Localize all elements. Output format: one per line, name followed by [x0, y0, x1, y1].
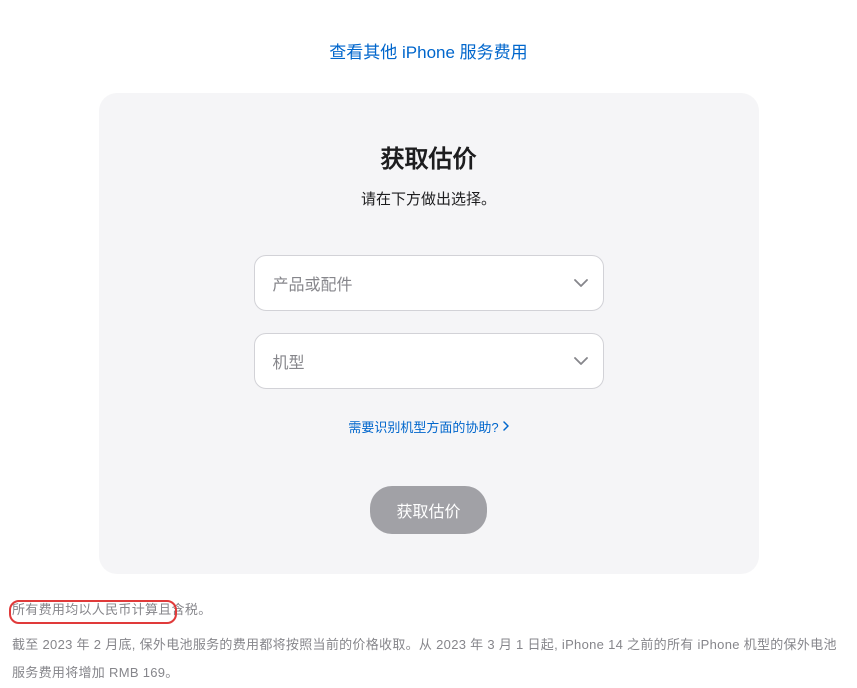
footer-notes: 所有费用均以人民币计算且含税。 截至 2023 年 2 月底, 保外电池服务的费… — [0, 574, 857, 688]
product-select-placeholder: 产品或配件 — [273, 271, 353, 295]
card-title: 获取估价 — [139, 139, 719, 174]
link-text: 查看其他 iPhone 服务费用 — [329, 43, 527, 62]
view-other-fees-link[interactable]: 查看其他 iPhone 服务费用 — [0, 0, 857, 93]
footer-note-1: 所有费用均以人民币计算且含税。 — [12, 596, 845, 625]
estimate-card: 获取估价 请在下方做出选择。 产品或配件 机型 需要识别机型方面的协助? 获取估… — [99, 93, 759, 574]
model-select-placeholder: 机型 — [273, 349, 305, 373]
model-select-wrapper: 机型 — [254, 333, 604, 389]
product-select[interactable]: 产品或配件 — [254, 255, 604, 311]
chevron-right-icon — [503, 419, 509, 434]
help-identify-model-link[interactable]: 需要识别机型方面的协助? — [348, 417, 508, 436]
help-link-text: 需要识别机型方面的协助? — [348, 417, 498, 436]
get-estimate-button[interactable]: 获取估价 — [370, 486, 486, 534]
model-select[interactable]: 机型 — [254, 333, 604, 389]
button-label: 获取估价 — [396, 504, 460, 521]
footer-note-2: 截至 2023 年 2 月底, 保外电池服务的费用都将按照当前的价格收取。从 2… — [12, 631, 845, 688]
card-subtitle: 请在下方做出选择。 — [139, 188, 719, 209]
product-select-wrapper: 产品或配件 — [254, 255, 604, 311]
